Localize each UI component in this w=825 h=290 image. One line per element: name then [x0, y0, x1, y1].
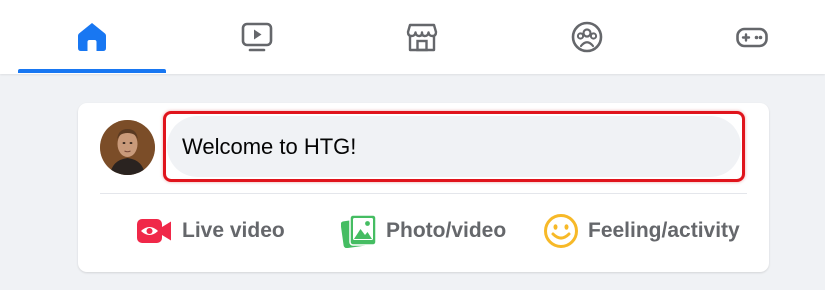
live-video-icon — [136, 216, 173, 246]
whats-on-your-mind-input[interactable]: Welcome to HTG! — [167, 116, 741, 177]
home-icon — [75, 20, 109, 54]
photo-video-icon — [341, 214, 377, 248]
nav-tab-home[interactable] — [18, 0, 166, 74]
photo-video-label: Photo/video — [386, 219, 507, 242]
photo-video-button[interactable]: Photo/video — [341, 209, 506, 253]
feeling-activity-button[interactable]: Feeling/activity — [543, 209, 740, 253]
composer-text: Welcome to HTG! — [182, 133, 357, 159]
nav-tab-watch[interactable] — [183, 0, 331, 74]
live-video-button[interactable]: Live video — [136, 209, 285, 253]
create-post-card: Welcome to HTG! Live video Photo/video F… — [78, 103, 769, 272]
active-tab-indicator — [18, 69, 166, 73]
divider — [100, 193, 747, 194]
nav-tab-marketplace[interactable] — [348, 0, 496, 74]
feeling-icon — [543, 213, 579, 249]
nav-tab-groups[interactable] — [513, 0, 661, 74]
gamepad-icon — [735, 20, 769, 54]
user-avatar[interactable] — [100, 120, 155, 175]
live-video-label: Live video — [182, 219, 285, 242]
nav-tab-gaming[interactable] — [678, 0, 825, 74]
video-play-icon — [240, 20, 274, 54]
feeling-activity-label: Feeling/activity — [588, 219, 740, 242]
groups-icon — [570, 20, 604, 54]
top-navigation-bar — [0, 0, 825, 74]
store-icon — [405, 20, 439, 54]
